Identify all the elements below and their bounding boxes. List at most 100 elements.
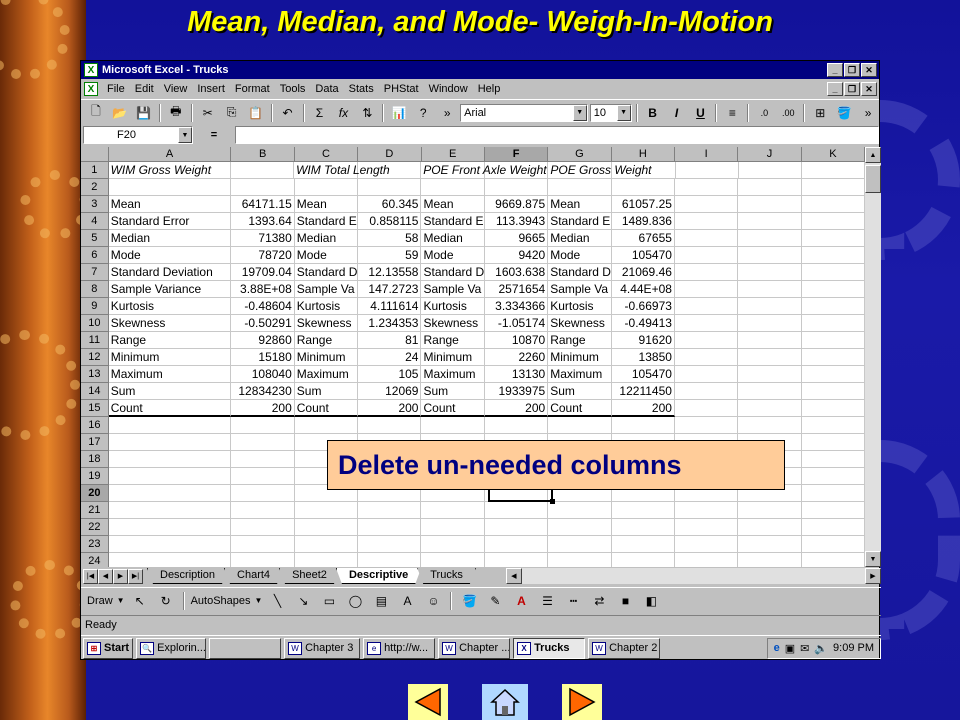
cell-j8[interactable]	[738, 281, 802, 298]
cell-a19[interactable]	[108, 468, 232, 485]
cell-e23[interactable]	[421, 536, 485, 553]
menu-format[interactable]: Format	[230, 83, 275, 95]
menu-insert[interactable]: Insert	[192, 83, 230, 95]
cell-d4[interactable]: 0.858115	[358, 213, 422, 230]
cell-d14[interactable]: 12069	[358, 383, 422, 400]
new-document-icon[interactable]: 🗋	[85, 102, 107, 123]
cell-f3[interactable]: 9669.875	[484, 196, 549, 213]
scroll-thumb[interactable]	[865, 165, 881, 193]
cell-d16[interactable]	[358, 417, 422, 434]
cell-c12[interactable]: Minimum	[294, 349, 359, 366]
cell-c5[interactable]: Median	[294, 230, 359, 247]
chevron-down-icon[interactable]: ▼	[255, 596, 263, 605]
cell-j23[interactable]	[738, 536, 802, 553]
row-header-17[interactable]: 17	[81, 434, 109, 451]
cell-g16[interactable]	[548, 417, 612, 434]
cell-c4[interactable]: Standard E	[294, 213, 359, 230]
cell-a9[interactable]: Kurtosis	[108, 298, 232, 315]
cell-f10[interactable]: -1.05174	[484, 315, 549, 332]
decrease-decimal-icon[interactable]: .00	[777, 102, 799, 123]
3d-icon[interactable]: ◧	[640, 590, 662, 611]
cell-h13[interactable]: 105470	[611, 366, 675, 383]
row-header-9[interactable]: 9	[81, 298, 109, 315]
sort-ascending-icon[interactable]: ⇅	[356, 102, 378, 123]
cell-e4[interactable]: Standard E	[421, 213, 485, 230]
scroll-down-icon[interactable]: ▼	[865, 551, 881, 567]
wordart-icon[interactable]: A	[396, 590, 418, 611]
menu-help[interactable]: Help	[473, 83, 506, 95]
fill-handle[interactable]	[550, 499, 555, 504]
cell-j22[interactable]	[738, 519, 802, 536]
cell-a5[interactable]: Median	[108, 230, 232, 247]
cell-e15[interactable]: Count	[421, 400, 485, 417]
clip-art-icon[interactable]: ☺	[422, 590, 444, 611]
cell-k6[interactable]	[801, 247, 865, 264]
font-name-select[interactable]: Arial ▼	[460, 103, 588, 122]
cell-e8[interactable]: Sample Va	[421, 281, 485, 298]
rectangle-icon[interactable]: ▭	[318, 590, 340, 611]
cell-j14[interactable]	[738, 383, 802, 400]
taskbar-item[interactable]: e http://w...	[363, 637, 436, 659]
cell-i22[interactable]	[674, 519, 739, 536]
cell-h7[interactable]: 21069.46	[611, 264, 675, 281]
font-color-icon[interactable]: A	[510, 590, 532, 611]
row-header-24[interactable]: 24	[81, 553, 109, 567]
ie-icon[interactable]: e	[774, 642, 780, 654]
font-size-select[interactable]: 10 ▼	[589, 103, 632, 122]
cell-e10[interactable]: Skewness	[421, 315, 485, 332]
fill-color-icon[interactable]: 🪣	[833, 102, 855, 123]
underline-button[interactable]: U	[690, 102, 712, 123]
cell-e6[interactable]: Mode	[421, 247, 485, 264]
cell-k18[interactable]	[801, 451, 865, 468]
cell-a24[interactable]	[109, 553, 232, 567]
cell-i14[interactable]	[674, 383, 739, 400]
cell-j4[interactable]	[738, 213, 802, 230]
arrow-style-icon[interactable]: ⇄	[588, 590, 610, 611]
cell-k16[interactable]	[801, 417, 865, 434]
row-header-3[interactable]: 3	[81, 196, 109, 213]
cell-c2[interactable]	[294, 179, 359, 196]
cell-b6[interactable]: 78720	[231, 247, 295, 264]
cell-b18[interactable]	[231, 451, 295, 468]
window-titlebar[interactable]: X Microsoft Excel - Trucks _ ❐ ✕	[81, 61, 879, 79]
cell-k2[interactable]	[801, 179, 865, 196]
chart-wizard-icon[interactable]: 📊	[388, 102, 410, 123]
cell-g11[interactable]: Range	[548, 332, 612, 349]
chevron-down-icon[interactable]: ▼	[178, 127, 192, 143]
column-header-f[interactable]: F	[484, 147, 549, 162]
cell-e12[interactable]: Minimum	[421, 349, 485, 366]
cell-a7[interactable]: Standard Deviation	[108, 264, 232, 281]
cell-g10[interactable]: Skewness	[548, 315, 612, 332]
row-header-19[interactable]: 19	[81, 468, 109, 485]
sheet-tab-trucks[interactable]: Trucks	[417, 568, 476, 584]
cell-j11[interactable]	[738, 332, 802, 349]
align-center-icon[interactable]: ≡	[721, 102, 743, 123]
cell-j1[interactable]	[738, 162, 802, 179]
cell-d23[interactable]	[358, 536, 422, 553]
cell-k24[interactable]	[802, 553, 865, 567]
cell-g2[interactable]	[548, 179, 612, 196]
cell-i10[interactable]	[674, 315, 739, 332]
text-box-icon[interactable]: ▤	[370, 590, 392, 611]
cell-b21[interactable]	[231, 502, 295, 519]
cell-i16[interactable]	[674, 417, 739, 434]
cell-d24[interactable]	[358, 553, 422, 567]
cell-i21[interactable]	[674, 502, 739, 519]
cell-h11[interactable]: 91620	[611, 332, 675, 349]
cell-f13[interactable]: 13130	[484, 366, 549, 383]
cell-e22[interactable]	[421, 519, 485, 536]
previous-slide-button[interactable]	[408, 684, 448, 720]
cell-f15[interactable]: 200	[484, 400, 549, 417]
help-icon[interactable]: ?	[412, 102, 434, 123]
cell-k15[interactable]	[801, 400, 865, 417]
cell-c24[interactable]	[295, 553, 359, 567]
cell-i23[interactable]	[674, 536, 739, 553]
dash-style-icon[interactable]: ┅	[562, 590, 584, 611]
taskbar-item[interactable]: W Chapter 2	[588, 637, 661, 659]
cell-i13[interactable]	[674, 366, 739, 383]
column-header-i[interactable]: I	[674, 147, 739, 162]
cell-f23[interactable]	[484, 536, 549, 553]
cell-i4[interactable]	[674, 213, 739, 230]
row-header-11[interactable]: 11	[81, 332, 109, 349]
chevron-down-icon[interactable]: ▼	[616, 104, 631, 121]
